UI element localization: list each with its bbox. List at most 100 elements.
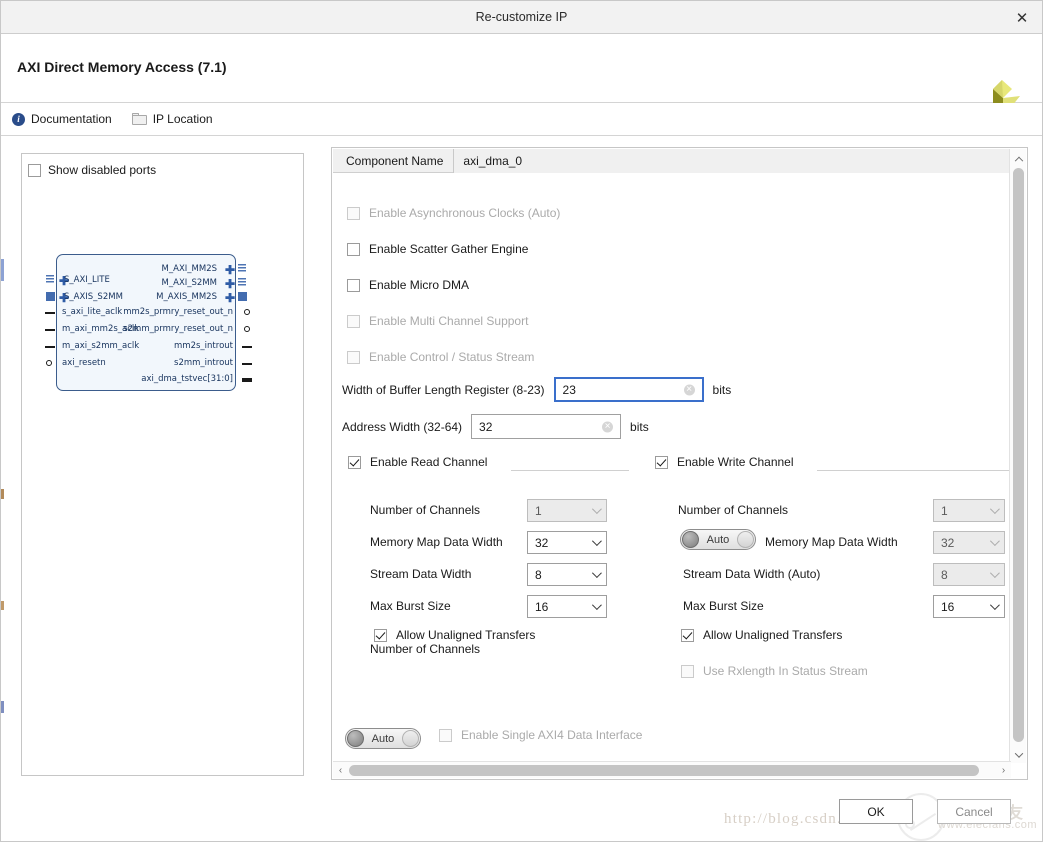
read-memory-map-data-width-dropdown[interactable]: 32 xyxy=(527,531,607,554)
vertical-scroll-thumb[interactable] xyxy=(1013,168,1024,742)
write-memory-map-data-width-label: Memory Map Data Width xyxy=(765,535,898,549)
component-name-input[interactable]: axi_dma_0 xyxy=(453,148,1011,173)
read-max-burst-size-label: Max Burst Size xyxy=(370,599,451,613)
ok-button[interactable]: OK xyxy=(839,799,913,824)
dropdown-value: 8 xyxy=(535,567,542,582)
port-label-mm2s-introut: mm2s_introut xyxy=(174,341,233,351)
port-label-m-axis-mm2s: M_AXIS_MM2S xyxy=(156,292,217,302)
read-max-burst-size-dropdown[interactable]: 16 xyxy=(527,595,607,618)
read-channel-divider xyxy=(511,470,629,471)
checkbox-label: Enable Scatter Gather Engine xyxy=(369,242,529,256)
checkbox-box xyxy=(347,206,360,220)
scroll-down-icon[interactable] xyxy=(1010,746,1027,763)
checkbox-enable-control-status-stream: Enable Control / Status Stream xyxy=(347,350,534,364)
chevron-down-icon xyxy=(989,503,1000,514)
form-area: Enable Asynchronous Clocks (Auto) Enable… xyxy=(333,173,1011,756)
vertical-scrollbar[interactable] xyxy=(1009,149,1026,763)
config-panel: Component Name axi_dma_0 Enable Asynchro… xyxy=(331,147,1028,780)
expand-icon[interactable]: ✚ xyxy=(225,278,235,290)
horizontal-scrollbar[interactable]: ‹ › xyxy=(333,761,1011,778)
chevron-down-icon xyxy=(591,599,602,610)
expand-icon[interactable]: ✚ xyxy=(225,292,235,304)
checkbox-box xyxy=(681,664,694,678)
bus-stub xyxy=(46,275,54,284)
checkbox-use-rxlength-status-stream: Use Rxlength In Status Stream xyxy=(681,664,868,678)
checkbox-label: Enable Micro DMA xyxy=(369,278,470,292)
port-pin xyxy=(45,346,55,348)
dropdown-value: 1 xyxy=(941,503,948,518)
checkbox-enable-async-clocks: Enable Asynchronous Clocks (Auto) xyxy=(347,206,560,220)
toggle-label: Auto xyxy=(371,732,395,745)
write-channel-label: Enable Write Channel xyxy=(677,455,794,469)
address-width-unit: bits xyxy=(630,419,649,434)
expand-icon[interactable]: ✚ xyxy=(225,264,235,276)
info-icon: i xyxy=(12,112,25,126)
documentation-label: Documentation xyxy=(31,112,112,126)
port-label-s-axis-s2mm: S_AXIS_S2MM xyxy=(64,292,123,302)
checkbox-write-allow-unaligned[interactable]: Allow Unaligned Transfers xyxy=(681,628,842,642)
chevron-down-icon xyxy=(989,567,1000,578)
edge-artifact xyxy=(1,701,4,713)
checkbox-enable-write-channel[interactable]: Enable Write Channel xyxy=(655,455,794,469)
show-disabled-ports-label: Show disabled ports xyxy=(48,163,157,177)
address-width-label: Address Width (32-64) xyxy=(342,419,463,434)
dropdown-value: 8 xyxy=(941,567,948,582)
dropdown-value: 16 xyxy=(941,599,955,614)
write-max-burst-size-label: Max Burst Size xyxy=(683,599,764,613)
read-stream-data-width-dropdown[interactable]: 8 xyxy=(527,563,607,586)
checkbox-label: Use Rxlength In Status Stream xyxy=(703,664,868,678)
port-label-axi-resetn: axi_resetn xyxy=(62,358,106,368)
checkbox-label: Allow Unaligned Transfers xyxy=(396,628,536,642)
edge-artifact xyxy=(1,259,4,281)
read-number-of-channels-label: Number of Channels xyxy=(370,642,481,656)
checkbox-enable-read-channel[interactable]: Enable Read Channel xyxy=(348,455,487,469)
read-channel-label: Enable Read Channel xyxy=(370,455,488,469)
write-max-burst-size-dropdown[interactable]: 16 xyxy=(933,595,1005,618)
scroll-right-icon[interactable]: › xyxy=(996,762,1011,779)
folder-icon xyxy=(131,113,147,125)
port-pin-circle xyxy=(46,360,52,366)
checkbox-box xyxy=(348,455,361,469)
chevron-down-icon xyxy=(591,503,602,514)
address-width-input[interactable]: 32 ✕ xyxy=(471,414,622,439)
close-icon[interactable]: ✕ xyxy=(1012,8,1032,28)
scroll-left-icon[interactable]: ‹ xyxy=(333,762,348,779)
buffer-length-value: 23 xyxy=(562,382,576,397)
port-label-s2mm-prmry-reset-out-n: s2mm_prmry_reset_out_n xyxy=(123,324,233,334)
buffer-length-label: Width of Buffer Length Register (8-23) xyxy=(342,382,545,397)
buffer-length-input[interactable]: 23 ✕ xyxy=(553,377,704,402)
single-axi4-auto-toggle[interactable]: Auto xyxy=(345,728,421,749)
port-label-m-axi-mm2s: M_AXI_MM2S xyxy=(161,264,217,274)
edge-artifact xyxy=(1,601,4,610)
horizontal-scroll-thumb[interactable] xyxy=(349,765,979,776)
ip-location-button[interactable]: IP Location xyxy=(131,112,213,126)
show-disabled-ports-checkbox[interactable]: Show disabled ports xyxy=(28,163,156,177)
cancel-button[interactable]: Cancel xyxy=(937,799,1011,824)
write-memory-map-auto-toggle[interactable]: Auto xyxy=(680,529,756,550)
clear-icon[interactable]: ✕ xyxy=(602,421,614,432)
checkbox-label: Allow Unaligned Transfers xyxy=(703,628,843,642)
bus-stub xyxy=(238,292,247,301)
ip-location-label: IP Location xyxy=(152,112,213,126)
port-label-m-axi-s2mm-aclk: m_axi_s2mm_aclk xyxy=(62,341,140,351)
port-label-mm2s-prmry-reset-out-n: mm2s_prmry_reset_out_n xyxy=(123,307,233,317)
checkbox-label: Enable Control / Status Stream xyxy=(369,350,535,364)
write-number-of-channels-dropdown: 1 xyxy=(933,499,1005,522)
edge-artifact xyxy=(1,489,4,499)
checkbox-label: Enable Asynchronous Clocks (Auto) xyxy=(369,206,561,220)
scroll-up-icon[interactable] xyxy=(1010,149,1027,166)
dropdown-value: 32 xyxy=(535,535,549,550)
port-pin xyxy=(242,378,252,382)
dropdown-value: 16 xyxy=(535,599,549,614)
clear-icon[interactable]: ✕ xyxy=(683,384,695,395)
watermark-url: http://blog.csdn.r xyxy=(724,811,849,827)
title-bar: Re-customize IP ✕ xyxy=(1,1,1042,34)
checkbox-enable-scatter-gather[interactable]: Enable Scatter Gather Engine xyxy=(347,242,528,256)
documentation-button[interactable]: i Documentation xyxy=(12,112,112,126)
checkbox-enable-micro-dma[interactable]: Enable Micro DMA xyxy=(347,278,469,292)
checkbox-label: Enable Single AXI4 Data Interface xyxy=(461,728,643,742)
buffer-length-row: Width of Buffer Length Register (8-23) 2… xyxy=(342,377,731,402)
checkbox-read-allow-unaligned[interactable]: Allow Unaligned Transfers xyxy=(374,628,535,642)
chevron-down-icon xyxy=(989,599,1000,610)
toggle-knob-left xyxy=(347,730,364,747)
